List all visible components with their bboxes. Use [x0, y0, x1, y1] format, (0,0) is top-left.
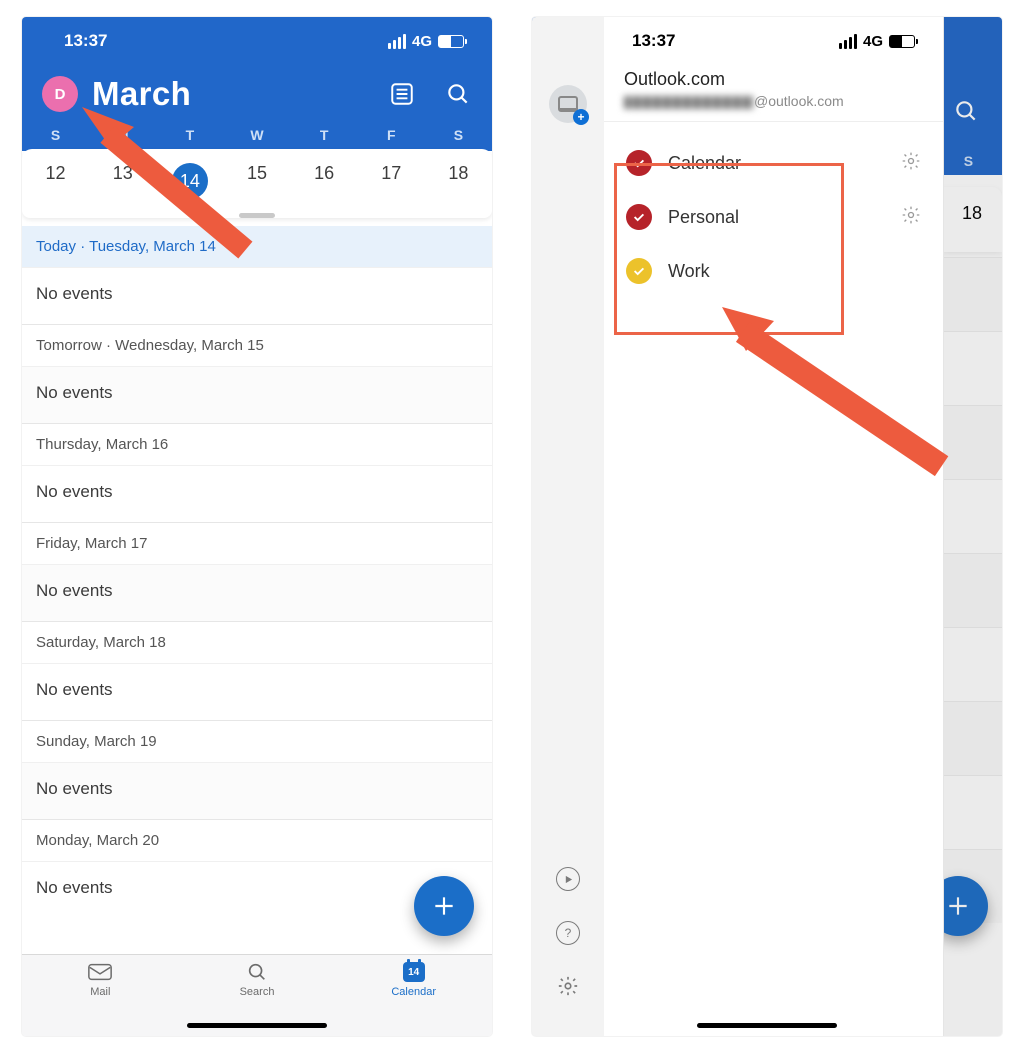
- play-icon[interactable]: [556, 867, 580, 891]
- network-label: 4G: [412, 33, 432, 50]
- week-dates-card: 12 13 14 15 16 17 18: [22, 149, 492, 218]
- date-cell[interactable]: 15: [223, 163, 290, 199]
- signal-bars-icon: [839, 34, 857, 49]
- phone-calendar-main: 13:37 4G D March S M T W T F: [22, 17, 492, 1036]
- redacted-text: [624, 96, 754, 109]
- agenda-day-header: Tomorrow · Wednesday, March 15: [22, 324, 492, 366]
- home-indicator[interactable]: [187, 1023, 327, 1028]
- date-cell[interactable]: 16: [291, 163, 358, 199]
- account-email: @outlook.com: [624, 93, 923, 109]
- month-title[interactable]: March: [92, 75, 374, 113]
- calendar-drawer: 13:37 4G Outlook.com @outlook.com Calend…: [604, 17, 944, 1036]
- date-cell[interactable]: 17: [358, 163, 425, 199]
- weekday-label: W: [223, 127, 290, 143]
- signal-bars-icon: [388, 34, 406, 49]
- agenda-no-events: No events: [22, 564, 492, 621]
- status-right: 4G: [388, 33, 464, 50]
- agenda-day-header: Monday, March 20: [22, 819, 492, 861]
- gear-icon[interactable]: [901, 151, 921, 176]
- date-cell[interactable]: 12: [22, 163, 89, 199]
- agenda-day-header: Friday, March 17: [22, 522, 492, 564]
- agenda-day-header: Thursday, March 16: [22, 423, 492, 465]
- weekday-label: T: [156, 127, 223, 143]
- date-cell[interactable]: 18: [425, 163, 492, 199]
- battery-icon: [438, 35, 464, 48]
- status-right: 4G: [839, 33, 915, 50]
- weekday-label: S: [22, 127, 89, 143]
- add-account-badge-icon: +: [573, 109, 589, 125]
- agenda-no-events: No events: [22, 267, 492, 324]
- search-icon: [244, 961, 270, 983]
- home-indicator[interactable]: [697, 1023, 837, 1028]
- help-icon[interactable]: ?: [556, 921, 580, 945]
- calendar-header: D March S M T W T F S: [22, 65, 492, 151]
- tab-mail[interactable]: Mail: [22, 961, 179, 1036]
- week-dates-row: 12 13 14 15 16 17 18: [22, 149, 492, 209]
- tab-label: Search: [240, 986, 275, 998]
- status-time: 13:37: [632, 31, 675, 51]
- mail-icon: [87, 961, 113, 983]
- new-event-button[interactable]: [414, 876, 474, 936]
- profile-avatar[interactable]: D: [42, 76, 78, 112]
- tab-calendar[interactable]: 14 Calendar: [335, 961, 492, 1036]
- battery-icon: [889, 35, 915, 48]
- weekday-label: T: [291, 127, 358, 143]
- account-switcher-button[interactable]: +: [549, 85, 587, 123]
- agenda-list[interactable]: Today · Tuesday, March 14 No events Tomo…: [22, 226, 492, 918]
- weekday-label: M: [89, 127, 156, 143]
- agenda-day-header: Sunday, March 19: [22, 720, 492, 762]
- account-header[interactable]: Outlook.com @outlook.com: [604, 65, 943, 122]
- account-title: Outlook.com: [624, 69, 923, 90]
- status-bar: 13:37 4G: [604, 17, 943, 65]
- calendar-icon: [558, 96, 578, 112]
- agenda-no-events: No events: [22, 465, 492, 522]
- date-cell[interactable]: 13: [89, 163, 156, 199]
- tab-label: Mail: [90, 986, 110, 998]
- avatar-letter: D: [55, 86, 66, 103]
- search-icon[interactable]: [444, 80, 472, 108]
- calendar-icon: 14: [401, 961, 427, 983]
- status-bar: 13:37 4G: [22, 17, 492, 65]
- agenda-day-header: Saturday, March 18: [22, 621, 492, 663]
- gear-icon[interactable]: [901, 205, 921, 230]
- date-cell-selected[interactable]: 14: [156, 163, 223, 199]
- agenda-no-events: No events: [22, 762, 492, 819]
- weekday-label: F: [358, 127, 425, 143]
- weekday-row: S M T W T F S: [22, 121, 492, 151]
- annotation-highlight-box: [614, 163, 844, 335]
- weekday-label: S: [425, 127, 492, 143]
- agenda-day-header: Today · Tuesday, March 14: [22, 226, 492, 267]
- tab-label: Calendar: [391, 986, 436, 998]
- agenda-no-events: No events: [22, 663, 492, 720]
- phone-calendar-sidebar: S 18 + ? 13:37: [532, 17, 1002, 1036]
- network-label: 4G: [863, 33, 883, 50]
- account-rail: + ?: [532, 17, 604, 1036]
- agenda-view-icon[interactable]: [388, 80, 416, 108]
- status-time: 13:37: [64, 31, 107, 51]
- drag-handle-icon[interactable]: [239, 213, 275, 218]
- agenda-no-events: No events: [22, 366, 492, 423]
- settings-icon[interactable]: [557, 975, 579, 1002]
